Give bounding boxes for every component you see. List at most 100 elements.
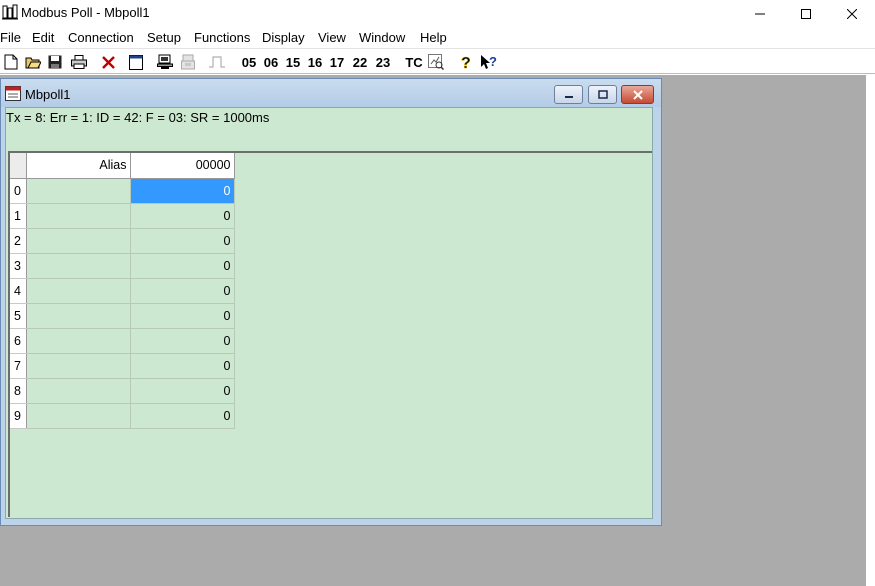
child-title: Mbpoll1 <box>25 87 71 102</box>
alias-cell[interactable] <box>26 228 131 254</box>
fc-15-button[interactable]: 15 <box>282 52 304 72</box>
menu-connection[interactable]: Connection <box>68 30 134 45</box>
menu-file[interactable]: File <box>0 30 21 45</box>
row-header: 7 <box>10 353 27 379</box>
value-cell[interactable]: 0 <box>130 353 235 379</box>
new-button[interactable] <box>2 52 20 72</box>
open-button[interactable] <box>24 52 42 72</box>
menu-window[interactable]: Window <box>359 30 405 45</box>
save-button[interactable] <box>46 52 64 72</box>
maximize-button[interactable] <box>783 0 829 27</box>
fc-22-button[interactable]: 22 <box>349 52 371 72</box>
column-header-address[interactable]: 00000 <box>130 153 235 179</box>
fc-06-button[interactable]: 06 <box>260 52 282 72</box>
value-cell[interactable]: 0 <box>130 228 235 254</box>
alias-cell[interactable] <box>26 178 131 204</box>
save-icon <box>48 55 62 69</box>
table-header-row: Alias 00000 <box>10 153 235 179</box>
print-button[interactable] <box>69 52 89 72</box>
child-window: Mbpoll1 Tx = 8: Err = 1: ID = 42: F = 03… <box>0 78 662 526</box>
menu-edit[interactable]: Edit <box>32 30 54 45</box>
close-button[interactable] <box>829 0 875 27</box>
alias-cell[interactable] <box>26 253 131 279</box>
menu-functions[interactable]: Functions <box>194 30 250 45</box>
menu-bar: File Edit Connection Setup Functions Dis… <box>0 27 875 48</box>
row-header: 9 <box>10 403 27 429</box>
menu-setup[interactable]: Setup <box>147 30 181 45</box>
menu-help[interactable]: Help <box>420 30 447 45</box>
value-cell[interactable]: 0 <box>130 403 235 429</box>
child-restore-button[interactable] <box>588 85 617 104</box>
alias-cell[interactable] <box>26 403 131 429</box>
disconnect-button[interactable] <box>178 52 198 72</box>
column-header-alias[interactable]: Alias <box>26 153 131 179</box>
right-edge <box>866 75 875 586</box>
table-row: 2 0 <box>10 228 235 254</box>
toolbar: 05 06 15 16 17 22 23 TC ? ? <box>0 48 875 74</box>
value-cell[interactable]: 0 <box>130 378 235 404</box>
maximize-icon <box>801 8 811 19</box>
monitor-icon <box>428 54 444 70</box>
new-icon <box>4 54 18 70</box>
child-title-bar[interactable]: Mbpoll1 <box>1 79 661 107</box>
table-row: 6 0 <box>10 328 235 354</box>
minimize-button[interactable] <box>737 0 783 27</box>
window-icon <box>129 54 143 70</box>
title-bar: Modbus Poll - Mbpoll1 <box>0 0 875 27</box>
delete-button[interactable] <box>98 52 118 72</box>
fc-16-button[interactable]: 16 <box>304 52 326 72</box>
child-minimize-button[interactable] <box>554 85 583 104</box>
alias-cell[interactable] <box>26 303 131 329</box>
row-header: 1 <box>10 203 27 229</box>
table-row: 3 0 <box>10 253 235 279</box>
status-line: Tx = 8: Err = 1: ID = 42: F = 03: SR = 1… <box>6 110 270 125</box>
close-icon <box>847 8 857 19</box>
alias-cell[interactable] <box>26 328 131 354</box>
print-icon <box>71 55 87 69</box>
value-cell[interactable]: 0 <box>130 203 235 229</box>
fc-05-button[interactable]: 05 <box>238 52 260 72</box>
register-table: Alias 00000 0 0 1 0 2 0 3 0 4 0 5 0 6 0 … <box>10 153 235 429</box>
alias-cell[interactable] <box>26 353 131 379</box>
row-header: 6 <box>10 328 27 354</box>
pulse-icon <box>209 56 225 68</box>
new-window-button[interactable] <box>126 52 146 72</box>
alias-cell[interactable] <box>26 378 131 404</box>
value-cell[interactable]: 0 <box>130 253 235 279</box>
svg-text:?: ? <box>461 55 471 70</box>
value-cell[interactable]: 0 <box>130 178 235 204</box>
data-grid: Alias 00000 0 0 1 0 2 0 3 0 4 0 5 0 6 0 … <box>8 151 652 517</box>
fc-23-button[interactable]: 23 <box>372 52 394 72</box>
document-icon <box>5 86 21 101</box>
menu-view[interactable]: View <box>318 30 346 45</box>
pulse-button[interactable] <box>207 52 227 72</box>
row-header: 2 <box>10 228 27 254</box>
fc-17-button[interactable]: 17 <box>326 52 348 72</box>
table-row: 9 0 <box>10 403 235 429</box>
context-help-button[interactable]: ? <box>479 52 499 72</box>
value-cell[interactable]: 0 <box>130 328 235 354</box>
child-bottom-border <box>1 519 661 525</box>
help-button[interactable]: ? <box>456 52 476 72</box>
row-header: 3 <box>10 253 27 279</box>
disconnect-icon <box>181 54 195 70</box>
alias-cell[interactable] <box>26 278 131 304</box>
child-content: Tx = 8: Err = 1: ID = 42: F = 03: SR = 1… <box>5 107 653 519</box>
open-icon <box>25 57 41 69</box>
value-cell[interactable]: 0 <box>130 278 235 304</box>
table-row: 5 0 <box>10 303 235 329</box>
monitor-button[interactable] <box>426 52 446 72</box>
value-cell[interactable]: 0 <box>130 303 235 329</box>
table-row: 7 0 <box>10 353 235 379</box>
close-icon <box>632 89 643 100</box>
help-icon: ? <box>461 55 471 70</box>
context-help-icon: ? <box>481 54 497 69</box>
child-close-button[interactable] <box>621 85 654 104</box>
delete-icon <box>101 55 115 69</box>
menu-display[interactable]: Display <box>262 30 305 45</box>
alias-cell[interactable] <box>26 203 131 229</box>
tc-button[interactable]: TC <box>403 52 425 72</box>
restore-icon <box>597 89 608 99</box>
modbus-app-icon <box>2 4 18 20</box>
connect-button[interactable] <box>155 52 175 72</box>
